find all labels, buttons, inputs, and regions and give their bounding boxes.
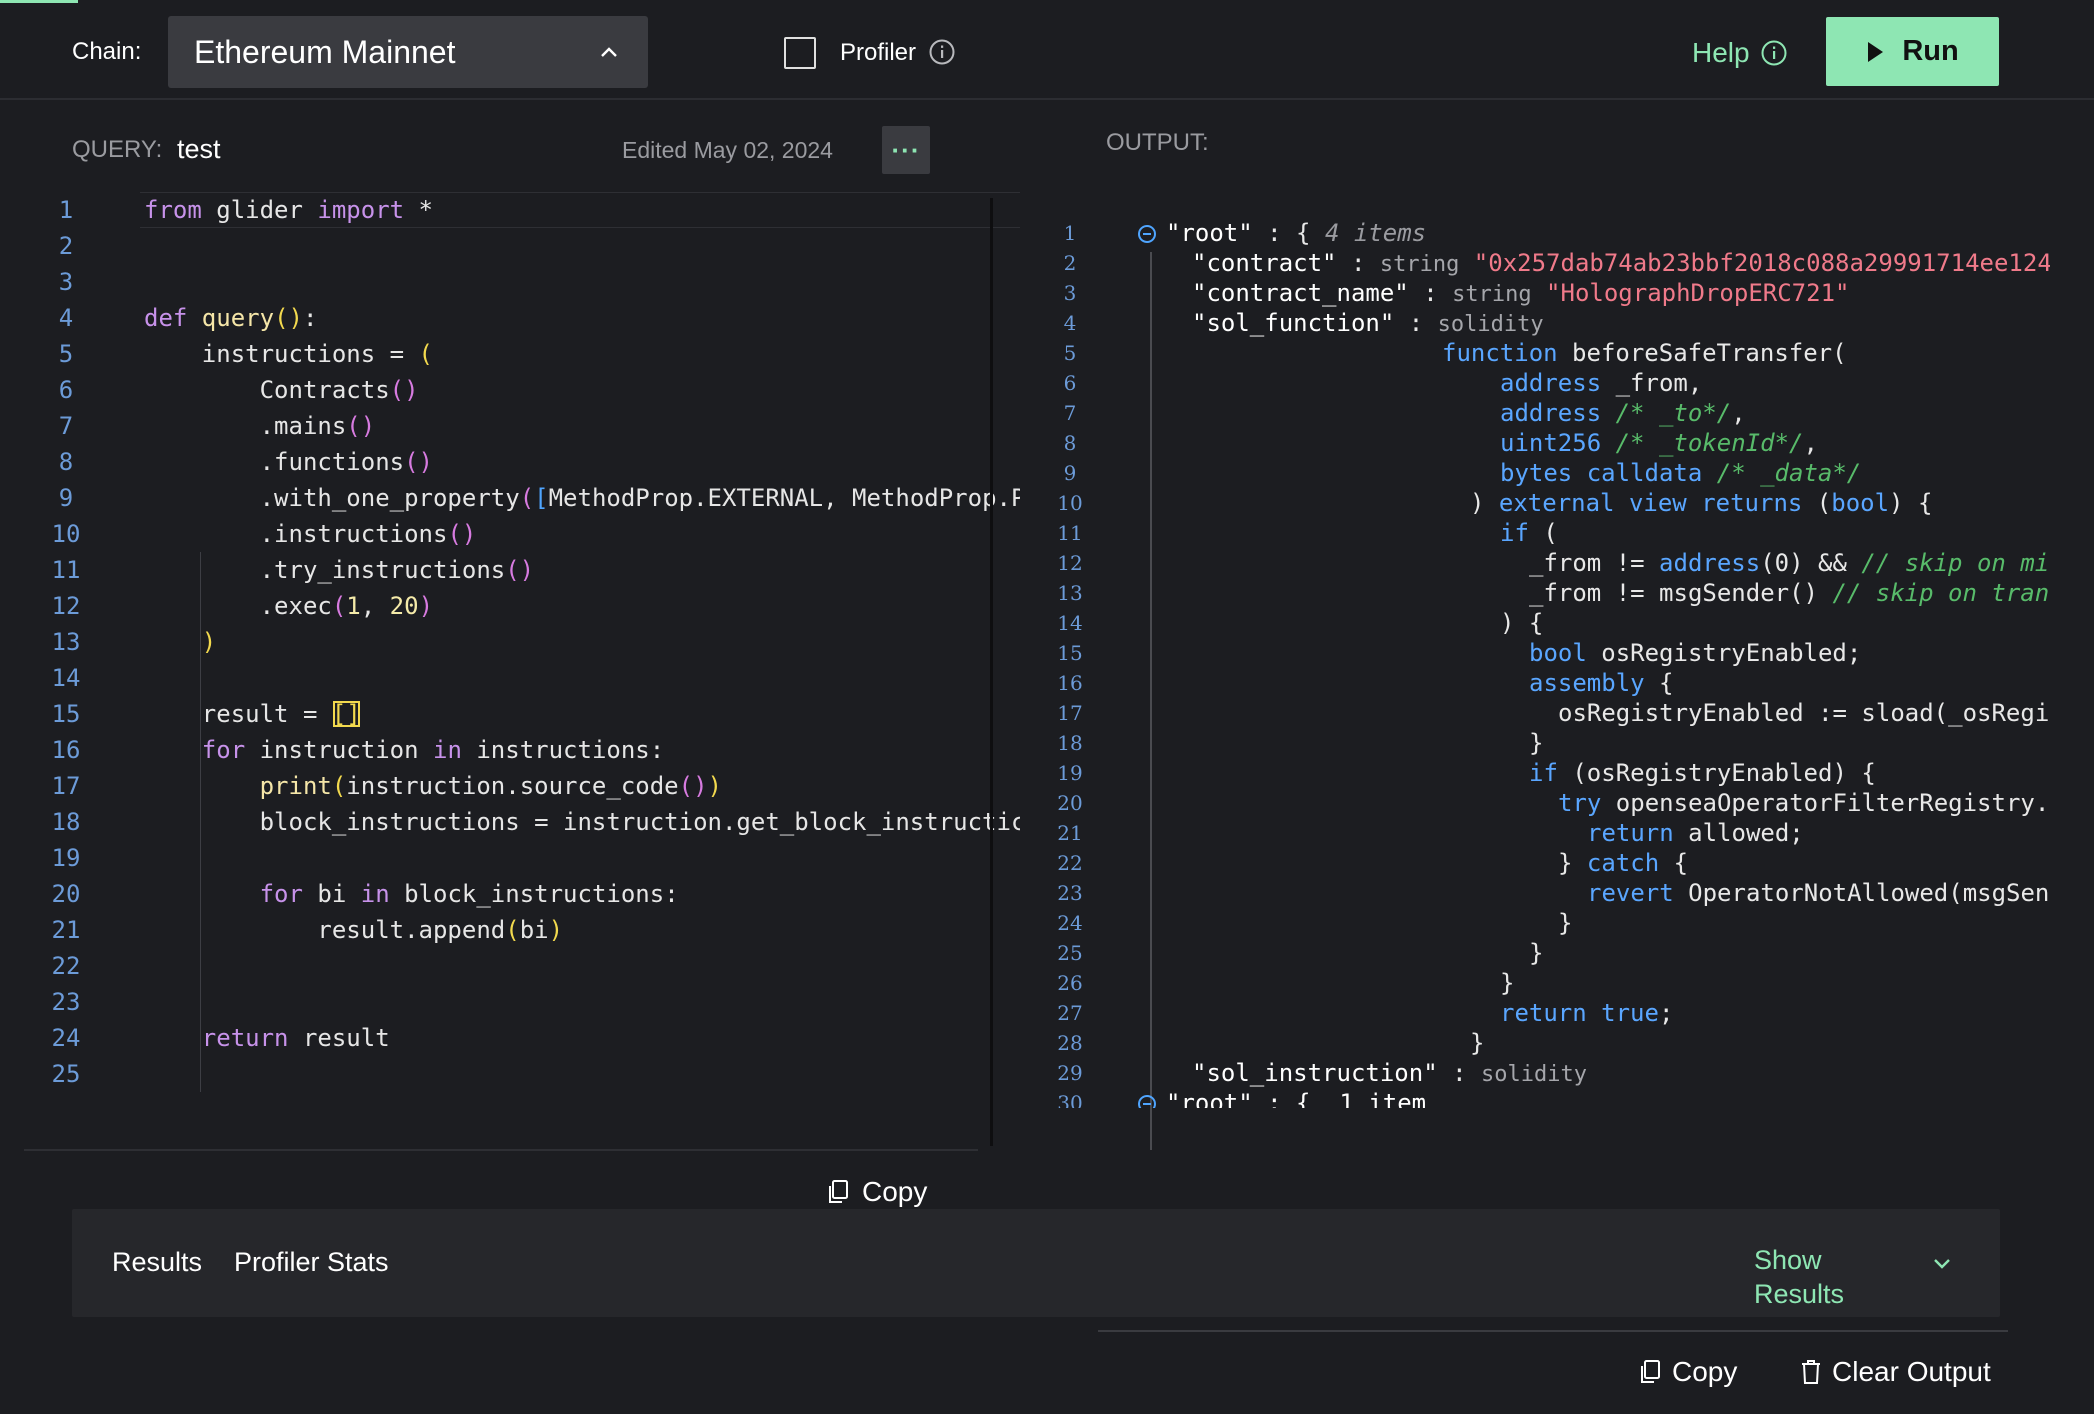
run-button-label: Run (1902, 35, 1959, 67)
chain-select-value: Ethereum Mainnet (194, 33, 456, 70)
editor-divider (24, 1149, 978, 1151)
profiler-label: Profiler (840, 39, 917, 66)
output-line: 4 "sol_function" : solidity (1063, 309, 1544, 337)
code-line: 22 (51, 952, 81, 980)
tab-results[interactable]: Results (112, 1247, 202, 1278)
query-label: QUERY: (72, 136, 163, 163)
output-line: 22} catch { (1057, 849, 1689, 877)
collapse-icon[interactable] (1138, 1095, 1156, 1108)
output-line: 28} (1057, 1029, 1485, 1057)
top-bar: Chain: Ethereum Mainnet Profiler Help Ru… (0, 0, 2094, 100)
code-line: 19 (51, 844, 81, 872)
output-panel[interactable]: 1 "root" : { 4 items 2 "contract" : string… (1040, 218, 2050, 1168)
code-line: 3 (58, 268, 74, 296)
output-line: 15 bool osRegistryEnabled; (1057, 639, 1862, 667)
output-line: 30 "root" : { 1 item (1040, 1088, 2050, 1108)
output-line: 27 return true; (1057, 999, 1674, 1027)
chevron-up-icon (596, 39, 622, 65)
output-line: 23 revert OperatorNotAllowed(msgSen (1057, 879, 2050, 907)
help-label: Help (1692, 37, 1750, 68)
output-line: 8 uint256 /* _tokenId*/, (1063, 429, 1818, 457)
code-line: 16 for instruction in instructions: (51, 736, 665, 764)
output-line: 9 bytes calldata /* _data*/ (1063, 459, 1862, 487)
active-indicator (0, 0, 78, 3)
editor-scrollbar[interactable] (990, 198, 993, 1146)
output-line: 25} (1057, 939, 1544, 967)
chevron-down-icon[interactable] (1930, 1251, 1954, 1275)
code-line: 4 def query(): (58, 304, 318, 332)
code-line: 7 .mains() (58, 412, 376, 440)
output-line: 24} (1057, 909, 1573, 937)
help-link[interactable]: Help (1692, 37, 1788, 69)
output-divider (1098, 1330, 2008, 1332)
output-line: 13 _from != msgSender() // skip on tran (1057, 579, 2050, 607)
output-line: 5 function beforeSafeTransfer( (1063, 339, 1847, 367)
copy-query-label: Copy (862, 1176, 928, 1207)
copy-icon (826, 1179, 850, 1205)
output-line: 2 "contract" : string "0x257dab74ab23bbf2… (1063, 249, 2050, 277)
output-line: 14) { (1057, 609, 1544, 637)
clear-output-button[interactable]: Clear Output (1800, 1356, 1991, 1388)
code-line: 12 .exec(1, 20) (51, 592, 434, 620)
output-line: 18} (1057, 729, 1544, 757)
code-line: 5 instructions = ( (58, 340, 433, 368)
profiler-checkbox[interactable] (784, 37, 816, 69)
output-line: 26} (1057, 969, 1515, 997)
output-line: 17 osRegistryEnabled := sload(_osRegi (1057, 699, 2050, 727)
code-line: 18 block_instructions = instruction.get_… (51, 808, 1020, 836)
output-line: 3 "contract_name" : string "HolographDrop… (1063, 279, 1850, 307)
code-line: 13 ) (51, 628, 217, 656)
code-line: 11 .try_instructions() (51, 556, 535, 584)
show-results-toggle[interactable]: Show Results (1754, 1243, 1894, 1311)
run-button[interactable]: Run (1826, 17, 1999, 86)
code-line: 2 (58, 232, 74, 260)
output-line: 29 "sol_instruction" : solidity (1057, 1059, 1587, 1087)
code-line: 1 from glider import * (58, 196, 433, 224)
collapse-icon[interactable] (1138, 225, 1156, 243)
code-line: 21 result.append(bi) (51, 916, 564, 944)
chain-label: Chain: (72, 38, 142, 65)
copy-output-label: Copy (1672, 1356, 1738, 1387)
output-line: 21 return allowed; (1057, 819, 1804, 847)
code-line: 10 .instructions() (51, 520, 477, 548)
trash-icon (1800, 1359, 1822, 1385)
more-options-button[interactable]: ··· (882, 126, 930, 174)
chain-select[interactable]: Ethereum Mainnet (168, 16, 648, 88)
query-name[interactable]: test (177, 134, 221, 165)
output-line: 11 if ( (1057, 519, 1558, 547)
tab-profiler-stats[interactable]: Profiler Stats (234, 1247, 389, 1278)
code-line: 8 .functions() (58, 448, 433, 476)
code-editor[interactable]: 1 from glider import * 2 3 4 def query(): … (40, 192, 1020, 1092)
code-line: 17 print(instruction.source_code()) (51, 772, 722, 800)
edited-timestamp: Edited May 02, 2024 (622, 137, 833, 163)
code-line: 20 for bi in block_instructions: (51, 880, 679, 908)
info-icon (1760, 39, 1788, 67)
clear-output-label: Clear Output (1832, 1356, 1991, 1387)
output-line: 12 _from != address(0) && // skip on mi (1057, 549, 2050, 577)
code-line: 25 (51, 1060, 81, 1088)
code-line: 6 Contracts() (58, 376, 419, 404)
output-line: 7 address /* _to*/, (1063, 399, 1746, 427)
code-line: 23 (51, 988, 81, 1016)
code-line: 9 .with_one_property([MethodProp.EXTERNA… (58, 484, 1020, 512)
play-icon (1866, 41, 1884, 63)
output-line: 6 address _from, (1063, 369, 1703, 397)
info-icon[interactable] (928, 38, 956, 66)
output-line: 1 "root" : { 4 items (1063, 219, 1427, 247)
code-line: 15 result = [] (51, 700, 361, 728)
output-line: 19 if (osRegistryEnabled) { (1057, 759, 1876, 787)
copy-icon (1638, 1359, 1662, 1385)
copy-output-button[interactable]: Copy (1638, 1356, 1737, 1388)
results-tabs-bar: Results Profiler Stats Show Results (72, 1209, 2000, 1317)
code-line: 24 return result (51, 1024, 390, 1052)
output-line: 10) external view returns (bool) { (1057, 489, 1933, 517)
code-line: 14 (51, 664, 81, 692)
output-line: 20 try openseaOperatorFilterRegistry. (1057, 789, 2050, 817)
copy-query-button[interactable]: Copy (826, 1176, 927, 1208)
output-line: 16 assembly { (1057, 669, 1674, 697)
output-label: OUTPUT: (1106, 129, 1209, 156)
